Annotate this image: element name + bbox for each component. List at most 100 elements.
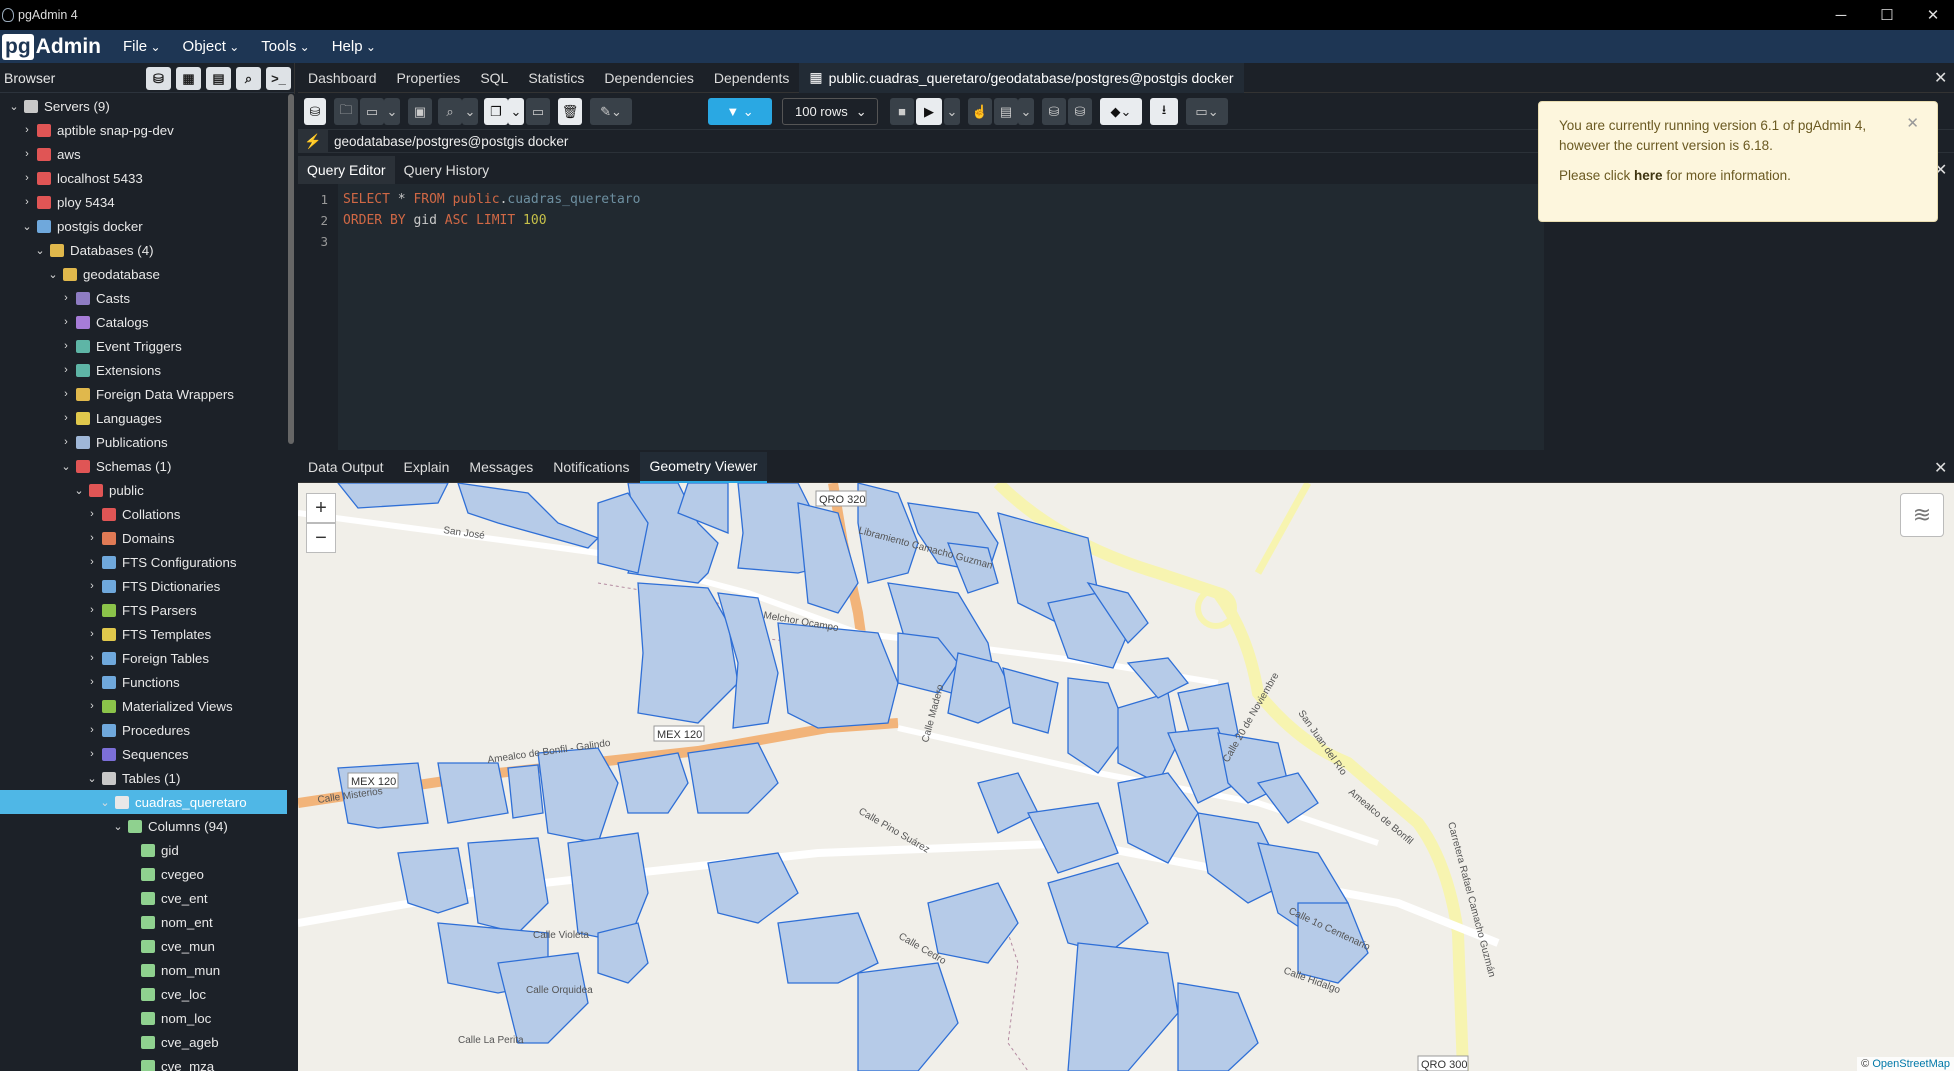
chevron-down-icon[interactable]: ⌄ — [110, 820, 126, 833]
chevron-right-icon[interactable]: › — [84, 724, 100, 736]
tree-node-schemas-1[interactable]: ⌄ Schemas (1) — [0, 454, 287, 478]
stop-icon[interactable]: ■ — [890, 98, 914, 125]
tree-node-localhost-5433[interactable]: › localhost 5433 — [0, 166, 287, 190]
copy-dropdown-icon[interactable]: ⌄ — [508, 98, 524, 125]
tree-node-sequences[interactable]: › Sequences — [0, 742, 287, 766]
chevron-right-icon[interactable]: › — [84, 508, 100, 520]
database-icon[interactable]: ⛁ — [304, 98, 326, 125]
tab-sql[interactable]: SQL — [470, 63, 518, 93]
psql-tool-icon[interactable]: >_ — [266, 67, 291, 90]
rows-limit-select[interactable]: 100 rows ⌄ — [782, 98, 878, 125]
chevron-right-icon[interactable]: › — [58, 340, 74, 352]
chevron-right-icon[interactable]: › — [58, 412, 74, 424]
tree-node-domains[interactable]: › Domains — [0, 526, 287, 550]
close-window-icon[interactable]: ✕ — [1910, 0, 1954, 30]
chevron-down-icon[interactable]: ⌄ — [19, 220, 35, 233]
zoom-in-button[interactable]: + — [306, 493, 336, 523]
tab-query-editor[interactable]: Query Editor — [298, 156, 395, 184]
tree-node-foreign-data-wrappers[interactable]: › Foreign Data Wrappers — [0, 382, 287, 406]
tab-query-history[interactable]: Query History — [395, 156, 499, 184]
execute-dropdown-icon[interactable]: ⌄ — [944, 98, 960, 125]
chevron-down-icon[interactable]: ⌄ — [84, 772, 100, 785]
explain-analyze-icon[interactable]: ▤ — [994, 98, 1018, 125]
tree-node-collations[interactable]: › Collations — [0, 502, 287, 526]
tree-node-fts-templates[interactable]: › FTS Templates — [0, 622, 287, 646]
maximize-icon[interactable]: ☐ — [1864, 0, 1910, 30]
layers-icon[interactable]: ≋ — [1900, 493, 1944, 537]
tab-messages[interactable]: Messages — [459, 452, 543, 483]
tree-node-servers-9[interactable]: ⌄ Servers (9) — [0, 94, 287, 118]
chevron-right-icon[interactable]: › — [58, 292, 74, 304]
notification-here-link[interactable]: here — [1634, 168, 1663, 183]
map-canvas[interactable]: QRO 320 MEX 120 MEX 120 QRO 300 Libramie… — [298, 483, 1954, 1071]
tree-node-event-triggers[interactable]: › Event Triggers — [0, 334, 287, 358]
chevron-right-icon[interactable]: › — [84, 580, 100, 592]
object-explorer-database-icon[interactable]: ⛁ — [146, 67, 171, 90]
tree-node-materialized-views[interactable]: › Materialized Views — [0, 694, 287, 718]
search-objects-icon[interactable]: ⌕ — [236, 67, 261, 90]
save-dropdown-icon[interactable]: ⌄ — [384, 98, 400, 125]
tree-node-extensions[interactable]: › Extensions — [0, 358, 287, 382]
tab-dependents[interactable]: Dependents — [704, 63, 800, 93]
chevron-right-icon[interactable]: › — [84, 748, 100, 760]
tree-node-cve-ent[interactable]: cve_ent — [0, 886, 287, 910]
tree-node-postgis-docker[interactable]: ⌄ postgis docker — [0, 214, 287, 238]
chevron-down-icon[interactable]: ⌄ — [32, 244, 48, 257]
tree-node-languages[interactable]: › Languages — [0, 406, 287, 430]
tree-node-procedures[interactable]: › Procedures — [0, 718, 287, 742]
chevron-right-icon[interactable]: › — [84, 676, 100, 688]
chevron-down-icon[interactable]: ⌄ — [6, 100, 22, 113]
explain-icon[interactable]: ☝ — [968, 98, 992, 125]
menu-file[interactable]: File — [123, 38, 161, 55]
tab-geometry-viewer[interactable]: Geometry Viewer — [639, 451, 768, 483]
save-file-icon[interactable]: ▭ — [360, 98, 384, 125]
tree-node-functions[interactable]: › Functions — [0, 670, 287, 694]
edit-dropdown-icon[interactable]: ✎⌄ — [590, 98, 632, 125]
tab-data-output[interactable]: Data Output — [298, 452, 394, 483]
tab-dashboard[interactable]: Dashboard — [298, 63, 387, 93]
tree-node-nom-loc[interactable]: nom_loc — [0, 1006, 287, 1030]
tree-node-cve-loc[interactable]: cve_loc — [0, 982, 287, 1006]
commit-icon[interactable]: ⛁ — [1042, 98, 1066, 125]
tree-scrollbar[interactable] — [287, 94, 295, 1071]
chevron-down-icon[interactable]: ⌄ — [97, 796, 113, 809]
menu-object[interactable]: Object — [183, 38, 240, 55]
attribution-link[interactable]: OpenStreetMap — [1872, 1058, 1950, 1070]
explain-dropdown-icon[interactable]: ⌄ — [1018, 98, 1034, 125]
edit-icon[interactable]: ▣ — [408, 98, 432, 125]
tab-query-tool[interactable]: ▦ public.cuadras_queretaro/geodatabase/po… — [799, 62, 1244, 93]
chevron-right-icon[interactable]: › — [84, 604, 100, 616]
chevron-right-icon[interactable]: › — [19, 172, 35, 184]
close-notification-icon[interactable]: ✕ — [1906, 114, 1919, 134]
tab-properties[interactable]: Properties — [387, 63, 471, 93]
chevron-right-icon[interactable]: › — [19, 148, 35, 160]
close-tab-icon[interactable]: ✕ — [1934, 68, 1947, 88]
tab-statistics[interactable]: Statistics — [518, 63, 594, 93]
tree-node-nom-ent[interactable]: nom_ent — [0, 910, 287, 934]
close-results-icon[interactable]: ✕ — [1934, 458, 1947, 478]
view-data-grid-icon[interactable]: ▦ — [176, 67, 201, 90]
tree-node-databases-4[interactable]: ⌄ Databases (4) — [0, 238, 287, 262]
chevron-right-icon[interactable]: › — [84, 628, 100, 640]
find-dropdown-icon[interactable]: ⌄ — [462, 98, 478, 125]
chevron-right-icon[interactable]: › — [84, 652, 100, 664]
zoom-out-button[interactable]: − — [306, 523, 336, 553]
tab-notifications[interactable]: Notifications — [543, 452, 639, 483]
tab-dependencies[interactable]: Dependencies — [594, 63, 704, 93]
tab-explain[interactable]: Explain — [394, 452, 460, 483]
tree-node-geodatabase[interactable]: ⌄ geodatabase — [0, 262, 287, 286]
sql-editor[interactable]: 1 2 3 SELECT * FROM public.cuadras_quere… — [298, 184, 1544, 450]
find-icon[interactable]: ⌕ — [438, 98, 462, 125]
tree-node-publications[interactable]: › Publications — [0, 430, 287, 454]
tree-node-fts-dictionaries[interactable]: › FTS Dictionaries — [0, 574, 287, 598]
tree-node-gid[interactable]: gid — [0, 838, 287, 862]
clear-icon[interactable]: ◆⌄ — [1100, 98, 1142, 125]
paste-icon[interactable]: ▭ — [526, 98, 550, 125]
chevron-right-icon[interactable]: › — [58, 388, 74, 400]
macros-icon[interactable]: ▭⌄ — [1186, 98, 1228, 125]
tree-scrollbar-thumb[interactable] — [288, 94, 294, 444]
tree-node-cve-mza[interactable]: cve_mza — [0, 1054, 287, 1071]
tree-node-cuadras-queretaro[interactable]: ⌄ cuadras_queretaro — [0, 790, 287, 814]
filter-rows-icon[interactable]: ▤ — [206, 67, 231, 90]
chevron-right-icon[interactable]: › — [84, 532, 100, 544]
